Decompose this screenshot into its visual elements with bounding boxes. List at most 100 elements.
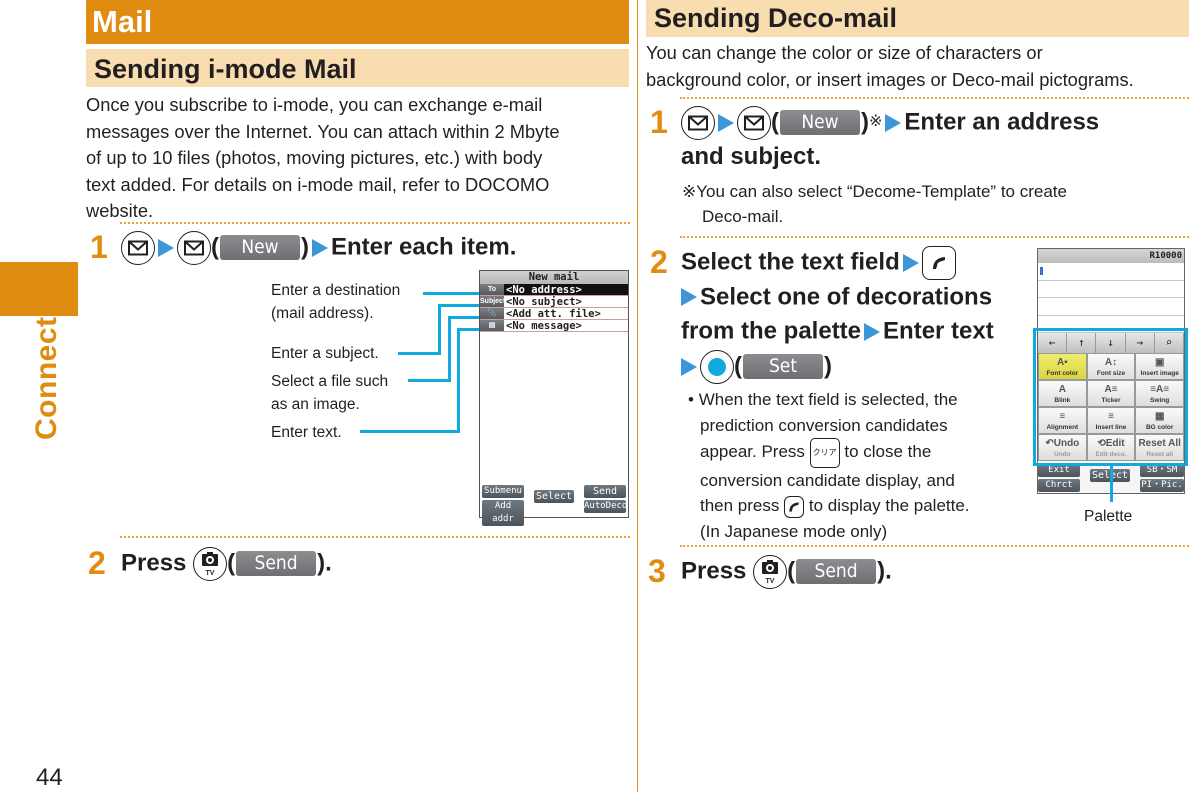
camera-tv-key-icon: TV [193,546,228,581]
intro-line: of up to 10 files (photos, moving pictur… [86,147,543,169]
dotted-separator [120,222,630,224]
dotted-separator [120,536,630,538]
mail-key-icon [681,105,715,140]
step-number: 1 [90,229,108,265]
softkey-send: Send [236,551,317,577]
mail-key-icon [177,230,211,265]
step-text: Enter an address [904,108,1100,136]
section-title-imode: Sending i-mode Mail [86,49,629,87]
status-bar: R10000 [1038,249,1184,263]
intro-line: messages over the Internet. You can atta… [86,120,560,142]
dotted-separator [680,545,1189,547]
step-text: Enter text [883,317,994,345]
field-row-to[interactable]: To <No address> [480,284,628,296]
deco-step-3-instruction: Press TV(Send). [681,554,892,589]
intro-line: You can change the color or size of char… [646,42,1043,63]
callout-subject: Enter a subject. [271,345,379,362]
callout-line [448,316,483,319]
palette-highlight-box [1033,328,1188,466]
note-line: to close the [844,442,932,462]
callout-line [448,316,451,382]
step-number: 3 [648,553,666,589]
dotted-separator [680,236,1189,238]
softkey-chrct[interactable]: Chrct [1038,479,1080,492]
arrow-icon [885,113,902,132]
softkey-send: Send [796,559,877,585]
paperclip-icon: 📎 [480,308,504,319]
note-line: then press [700,496,780,515]
step-text: Press [121,549,187,577]
step-1-instruction: (New) Enter each item. [121,230,516,265]
softkey-new: New [780,110,860,136]
softkey-submenu[interactable]: Submenu [482,485,524,498]
note-line: appear. Press [700,442,805,462]
center-key-icon [700,349,734,384]
callout-text: Select a file such [271,373,389,390]
softkey-new: New [220,235,300,261]
callout-line [457,328,460,433]
callout-line [438,304,483,307]
arrow-icon [681,288,697,307]
softkey-bar: Submenu Add addr Select Send AutoDeco [482,485,627,526]
callout-text: (mail address). [271,305,374,322]
step-number: 2 [650,244,668,280]
section-title-deco: Sending Deco-mail [646,0,1189,37]
page-number: 44 [36,764,63,791]
field-label: To [480,284,504,295]
column-divider [637,0,638,792]
callout-destination: Enter a destination (mail address). [271,279,400,325]
callout-line [1110,466,1113,502]
step-text: and subject. [681,142,822,170]
camera-tv-key-icon: TV [753,554,788,589]
softkey-send[interactable]: Send [584,485,626,498]
note-line: Deco-mail. [702,207,784,226]
callout-file: Select a file such as an image. [271,370,388,416]
note-line: prediction conversion candidates [700,415,948,435]
dotted-separator [680,97,1189,99]
mail-key-icon [737,105,771,140]
phone-screen-new-mail: New mail To <No address> Subject <No subje… [479,270,629,526]
arrow-icon [864,322,881,341]
clear-key-icon: クリア [809,438,840,468]
intro-paragraph: Once you subscribe to i-mode, you can ex… [86,92,631,225]
deco-step-1-note: ※You can also select “Decome-Template” t… [682,179,1067,229]
note-line: to display the palette. [808,496,970,515]
text-area[interactable] [1038,263,1184,333]
arrow-icon [312,238,328,257]
bullet: • [688,390,694,409]
field-row-attachment[interactable]: 📎 <Add att. file> [480,308,628,320]
deco-intro-paragraph: You can change the color or size of char… [646,40,1189,93]
callout-text-entry: Enter text. [271,424,342,441]
note-line: (In Japanese mode only) [700,521,888,541]
palette-caption: Palette [1084,508,1133,525]
arrow-icon [718,113,734,132]
note-line: ※You can also select “Decome-Template” t… [682,182,1067,201]
deco-step-2-instruction: Select the text field Select one of deco… [681,245,1031,384]
softkey-pi-pic[interactable]: PI・Pic. [1140,479,1184,492]
step-text: Select one of decorations [700,283,993,311]
callout-text: Enter a destination [271,282,401,299]
callout-line [360,430,460,433]
chapter-title: Mail [86,0,629,44]
intro-line: website. [86,200,154,222]
section-tab [0,262,78,316]
note-mark: ※ [869,113,883,130]
cursor [1040,267,1043,275]
call-key-icon [921,245,956,280]
callout-line [423,292,483,295]
field-value: <Add att. file> [506,308,601,320]
note-line: conversion candidate display, and [700,470,955,490]
screen-title: New mail [480,271,628,284]
field-row-message[interactable]: ▤ <No message> [480,320,628,332]
field-row-subject[interactable]: Subject <No subject> [480,296,628,308]
deco-step-2-note: • When the text field is selected, the p… [688,387,1028,544]
step-text: . [885,557,892,585]
note-line: When the text field is selected, the [698,390,958,409]
intro-line: background color, or insert images or De… [646,68,1134,90]
softkey-add-addr[interactable]: Add addr [482,500,524,526]
step-2-instruction: Press TV(Send). [121,546,332,581]
arrow-icon [902,253,919,272]
softkey-select[interactable]: Select [534,490,574,503]
mail-key-icon [121,230,155,265]
softkey-autodeco[interactable]: AutoDeco [584,500,627,513]
